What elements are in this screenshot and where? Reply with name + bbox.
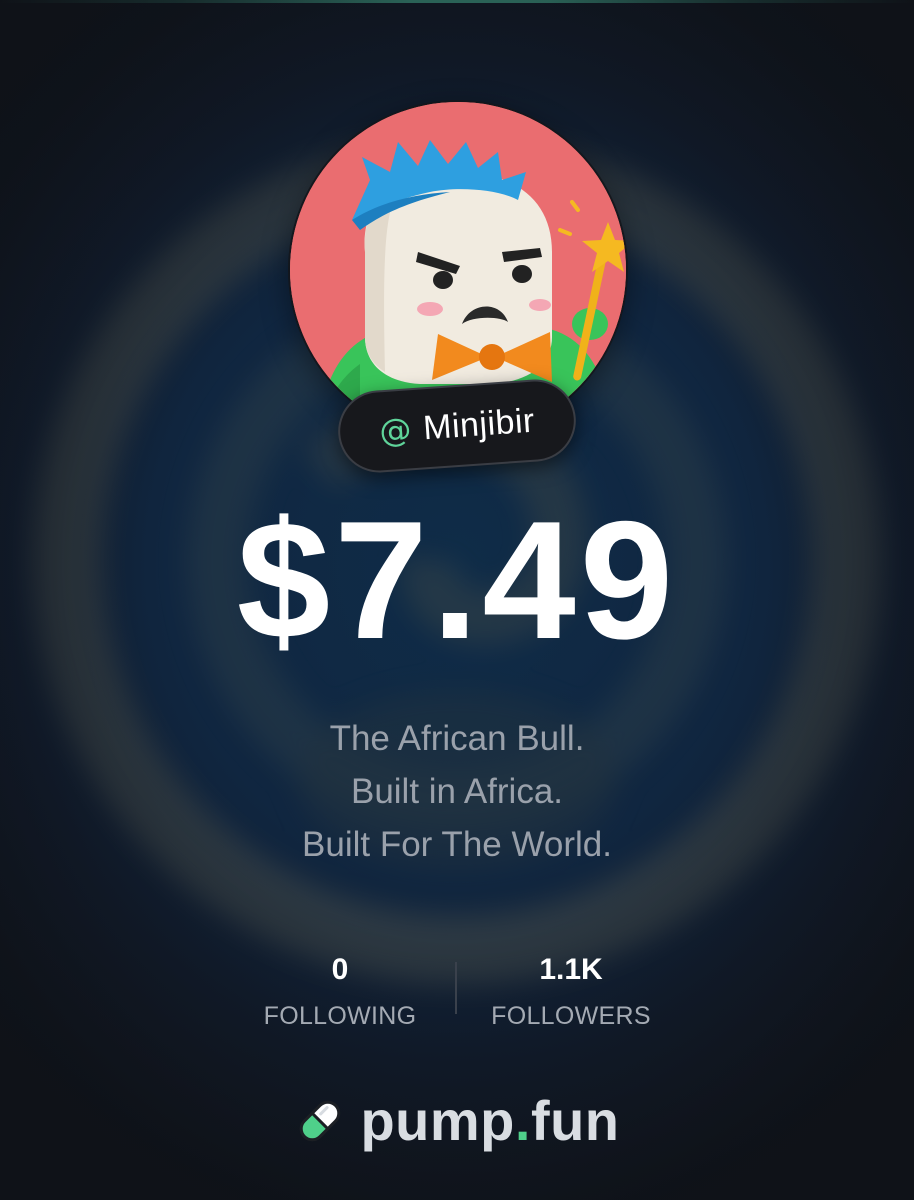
username: Minjibir [421, 401, 536, 448]
following-label: FOLLOWING [263, 1002, 417, 1030]
following-stat[interactable]: 0 FOLLOWING [230, 948, 450, 1036]
followers-label: FOLLOWERS [491, 1002, 651, 1030]
bio-line: Built For The World. [302, 825, 612, 864]
brand-name-part1: pump [360, 1089, 515, 1152]
following-count: 0 [331, 953, 349, 986]
brand-dot: . [514, 1089, 531, 1152]
profile-bio: The African Bull. Built in Africa. Built… [0, 712, 914, 871]
brand-logo[interactable]: pump.fun [0, 1086, 914, 1156]
token-price: $7.49 [236, 486, 678, 674]
username-badge[interactable]: @ Minjibir [335, 376, 579, 476]
brand-name-part2: fun [530, 1089, 620, 1152]
bio-line: The African Bull. [329, 719, 585, 758]
profile-card: @ Minjibir $7.49 The African Bull. Built… [0, 0, 914, 1200]
stats-divider [455, 962, 457, 1014]
at-sign-icon: @ [378, 410, 413, 451]
brand-name: pump.fun [360, 1086, 619, 1156]
profile-stats: 0 FOLLOWING 1.1K FOLLOWERS [0, 948, 914, 1038]
bio-line: Built in Africa. [350, 772, 564, 811]
pill-icon [300, 1100, 341, 1142]
followers-count: 1.1K [539, 953, 603, 986]
followers-stat[interactable]: 1.1K FOLLOWERS [461, 948, 681, 1036]
